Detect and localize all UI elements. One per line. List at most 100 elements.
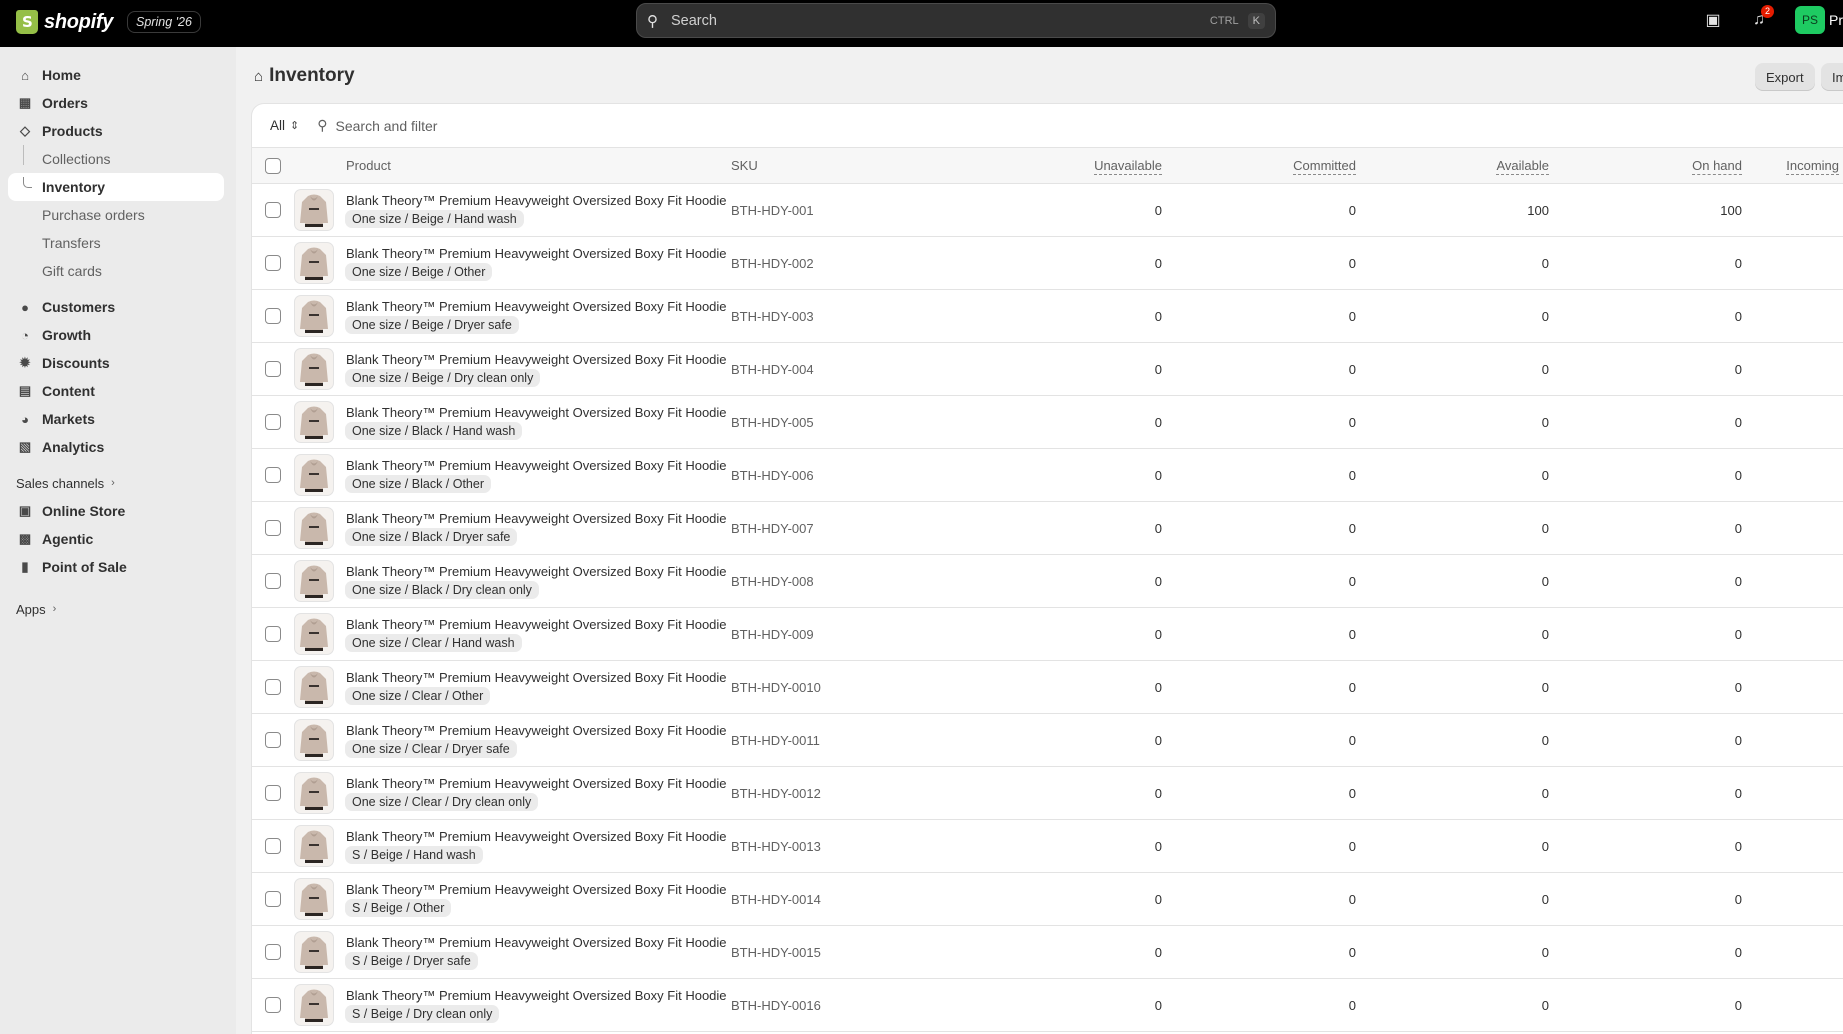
search-filter-input[interactable]: ⚲ Search and filter bbox=[317, 117, 437, 134]
table-row[interactable]: Blank Theory™ Premium Heavyweight Oversi… bbox=[252, 449, 1843, 502]
committed-cell[interactable]: 0 bbox=[1296, 945, 1356, 960]
edition-badge[interactable]: Spring '26 bbox=[127, 11, 201, 33]
product-name[interactable]: Blank Theory™ Premium Heavyweight Oversi… bbox=[346, 458, 727, 473]
sidebar-item-analytics[interactable]: ▧ Analytics bbox=[0, 433, 236, 461]
account-menu[interactable]: PS Pr bbox=[1795, 6, 1843, 34]
product-thumbnail[interactable] bbox=[294, 613, 334, 655]
committed-cell[interactable]: 0 bbox=[1296, 415, 1356, 430]
sidebar-item-online-store[interactable]: ▣ Online Store bbox=[0, 497, 236, 525]
available-cell[interactable]: 0 bbox=[1489, 574, 1549, 589]
col-incoming[interactable]: Incoming bbox=[1749, 158, 1839, 175]
sidebar-item-home[interactable]: ⌂ Home bbox=[0, 61, 236, 89]
available-cell[interactable]: 0 bbox=[1489, 998, 1549, 1013]
sidebar-item-growth[interactable]: ◔ Growth bbox=[0, 321, 236, 349]
col-unavailable[interactable]: Unavailable bbox=[1072, 158, 1162, 175]
row-checkbox[interactable] bbox=[265, 520, 281, 536]
apps-header[interactable]: Apps › bbox=[0, 595, 236, 623]
product-name[interactable]: Blank Theory™ Premium Heavyweight Oversi… bbox=[346, 299, 727, 314]
available-cell[interactable]: 0 bbox=[1489, 892, 1549, 907]
export-button[interactable]: Export bbox=[1755, 63, 1815, 91]
committed-cell[interactable]: 0 bbox=[1296, 203, 1356, 218]
row-checkbox[interactable] bbox=[265, 838, 281, 854]
on-hand-cell[interactable]: 0 bbox=[1682, 733, 1742, 748]
product-name[interactable]: Blank Theory™ Premium Heavyweight Oversi… bbox=[346, 723, 727, 738]
bell-icon[interactable]: ♫ 2 bbox=[1749, 5, 1774, 29]
table-row[interactable]: Blank Theory™ Premium Heavyweight Oversi… bbox=[252, 237, 1843, 290]
committed-cell[interactable]: 0 bbox=[1296, 521, 1356, 536]
available-cell[interactable]: 0 bbox=[1489, 256, 1549, 271]
available-cell[interactable]: 0 bbox=[1489, 627, 1549, 642]
table-row[interactable]: Blank Theory™ Premium Heavyweight Oversi… bbox=[252, 502, 1843, 555]
row-checkbox[interactable] bbox=[265, 308, 281, 324]
on-hand-cell[interactable]: 0 bbox=[1682, 839, 1742, 854]
committed-cell[interactable]: 0 bbox=[1296, 362, 1356, 377]
available-cell[interactable]: 0 bbox=[1489, 733, 1549, 748]
product-name[interactable]: Blank Theory™ Premium Heavyweight Oversi… bbox=[346, 776, 727, 791]
unavailable-cell[interactable]: 0 bbox=[1102, 574, 1162, 589]
global-search[interactable]: ⚲ Search CTRL K bbox=[636, 3, 1276, 38]
row-checkbox[interactable] bbox=[265, 361, 281, 377]
committed-cell[interactable]: 0 bbox=[1296, 627, 1356, 642]
table-row[interactable]: Blank Theory™ Premium Heavyweight Oversi… bbox=[252, 184, 1843, 237]
product-name[interactable]: Blank Theory™ Premium Heavyweight Oversi… bbox=[346, 564, 727, 579]
select-all-checkbox[interactable] bbox=[265, 158, 281, 174]
on-hand-cell[interactable]: 0 bbox=[1682, 945, 1742, 960]
product-thumbnail[interactable] bbox=[294, 984, 334, 1026]
row-checkbox[interactable] bbox=[265, 573, 281, 589]
unavailable-cell[interactable]: 0 bbox=[1102, 468, 1162, 483]
row-checkbox[interactable] bbox=[265, 997, 281, 1013]
on-hand-cell[interactable]: 0 bbox=[1682, 680, 1742, 695]
product-thumbnail[interactable] bbox=[294, 878, 334, 920]
product-thumbnail[interactable] bbox=[294, 454, 334, 496]
row-checkbox[interactable] bbox=[265, 944, 281, 960]
col-product[interactable]: Product bbox=[346, 158, 391, 173]
on-hand-cell[interactable]: 0 bbox=[1682, 627, 1742, 642]
table-row[interactable]: Blank Theory™ Premium Heavyweight Oversi… bbox=[252, 714, 1843, 767]
on-hand-cell[interactable]: 0 bbox=[1682, 998, 1742, 1013]
committed-cell[interactable]: 0 bbox=[1296, 998, 1356, 1013]
product-name[interactable]: Blank Theory™ Premium Heavyweight Oversi… bbox=[346, 829, 727, 844]
table-row[interactable]: Blank Theory™ Premium Heavyweight Oversi… bbox=[252, 396, 1843, 449]
sidebar-item-orders[interactable]: ▦ Orders bbox=[0, 89, 236, 117]
table-row[interactable]: Blank Theory™ Premium Heavyweight Oversi… bbox=[252, 661, 1843, 714]
committed-cell[interactable]: 0 bbox=[1296, 680, 1356, 695]
sidebar-item-customers[interactable]: ● Customers bbox=[0, 293, 236, 321]
product-thumbnail[interactable] bbox=[294, 295, 334, 337]
on-hand-cell[interactable]: 0 bbox=[1682, 574, 1742, 589]
product-name[interactable]: Blank Theory™ Premium Heavyweight Oversi… bbox=[346, 935, 727, 950]
committed-cell[interactable]: 0 bbox=[1296, 468, 1356, 483]
row-checkbox[interactable] bbox=[265, 785, 281, 801]
available-cell[interactable]: 0 bbox=[1489, 362, 1549, 377]
unavailable-cell[interactable]: 0 bbox=[1102, 256, 1162, 271]
on-hand-cell[interactable]: 0 bbox=[1682, 362, 1742, 377]
table-row[interactable]: Blank Theory™ Premium Heavyweight Oversi… bbox=[252, 979, 1843, 1032]
unavailable-cell[interactable]: 0 bbox=[1102, 627, 1162, 642]
row-checkbox[interactable] bbox=[265, 732, 281, 748]
available-cell[interactable]: 0 bbox=[1489, 521, 1549, 536]
sidebar-item-products[interactable]: ◇ Products bbox=[0, 117, 236, 145]
committed-cell[interactable]: 0 bbox=[1296, 733, 1356, 748]
product-thumbnail[interactable] bbox=[294, 189, 334, 231]
col-sku[interactable]: SKU bbox=[731, 158, 758, 173]
committed-cell[interactable]: 0 bbox=[1296, 574, 1356, 589]
product-name[interactable]: Blank Theory™ Premium Heavyweight Oversi… bbox=[346, 988, 727, 1003]
on-hand-cell[interactable]: 0 bbox=[1682, 309, 1742, 324]
product-thumbnail[interactable] bbox=[294, 719, 334, 761]
available-cell[interactable]: 0 bbox=[1489, 839, 1549, 854]
unavailable-cell[interactable]: 0 bbox=[1102, 945, 1162, 960]
sidebar-item-markets[interactable]: ◕ Markets bbox=[0, 405, 236, 433]
on-hand-cell[interactable]: 0 bbox=[1682, 415, 1742, 430]
committed-cell[interactable]: 0 bbox=[1296, 892, 1356, 907]
on-hand-cell[interactable]: 0 bbox=[1682, 256, 1742, 271]
unavailable-cell[interactable]: 0 bbox=[1102, 733, 1162, 748]
row-checkbox[interactable] bbox=[265, 679, 281, 695]
available-cell[interactable]: 0 bbox=[1489, 680, 1549, 695]
row-checkbox[interactable] bbox=[265, 891, 281, 907]
unavailable-cell[interactable]: 0 bbox=[1102, 839, 1162, 854]
shopify-logo[interactable]: shopify Spring '26 bbox=[16, 10, 201, 34]
product-name[interactable]: Blank Theory™ Premium Heavyweight Oversi… bbox=[346, 670, 727, 685]
row-checkbox[interactable] bbox=[265, 255, 281, 271]
product-name[interactable]: Blank Theory™ Premium Heavyweight Oversi… bbox=[346, 511, 727, 526]
available-cell[interactable]: 0 bbox=[1489, 468, 1549, 483]
table-row[interactable]: Blank Theory™ Premium Heavyweight Oversi… bbox=[252, 820, 1843, 873]
